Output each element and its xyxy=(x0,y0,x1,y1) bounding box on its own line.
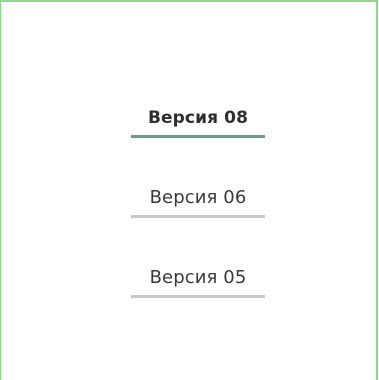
version-list: Версия 08 Версия 06 Версия 05 xyxy=(1,2,376,380)
underline xyxy=(131,215,265,218)
version-label: Версия 05 xyxy=(149,267,247,288)
version-label: Версия 08 xyxy=(147,108,249,128)
version-item-05[interactable]: Версия 05 xyxy=(131,266,265,298)
version-panel: Версия 08 Версия 06 Версия 05 xyxy=(0,0,378,380)
version-item-06[interactable]: Версия 06 xyxy=(131,186,265,218)
underline xyxy=(131,295,265,298)
active-underline xyxy=(131,135,265,138)
version-label: Версия 06 xyxy=(149,187,247,208)
version-item-08[interactable]: Версия 08 xyxy=(131,106,265,138)
